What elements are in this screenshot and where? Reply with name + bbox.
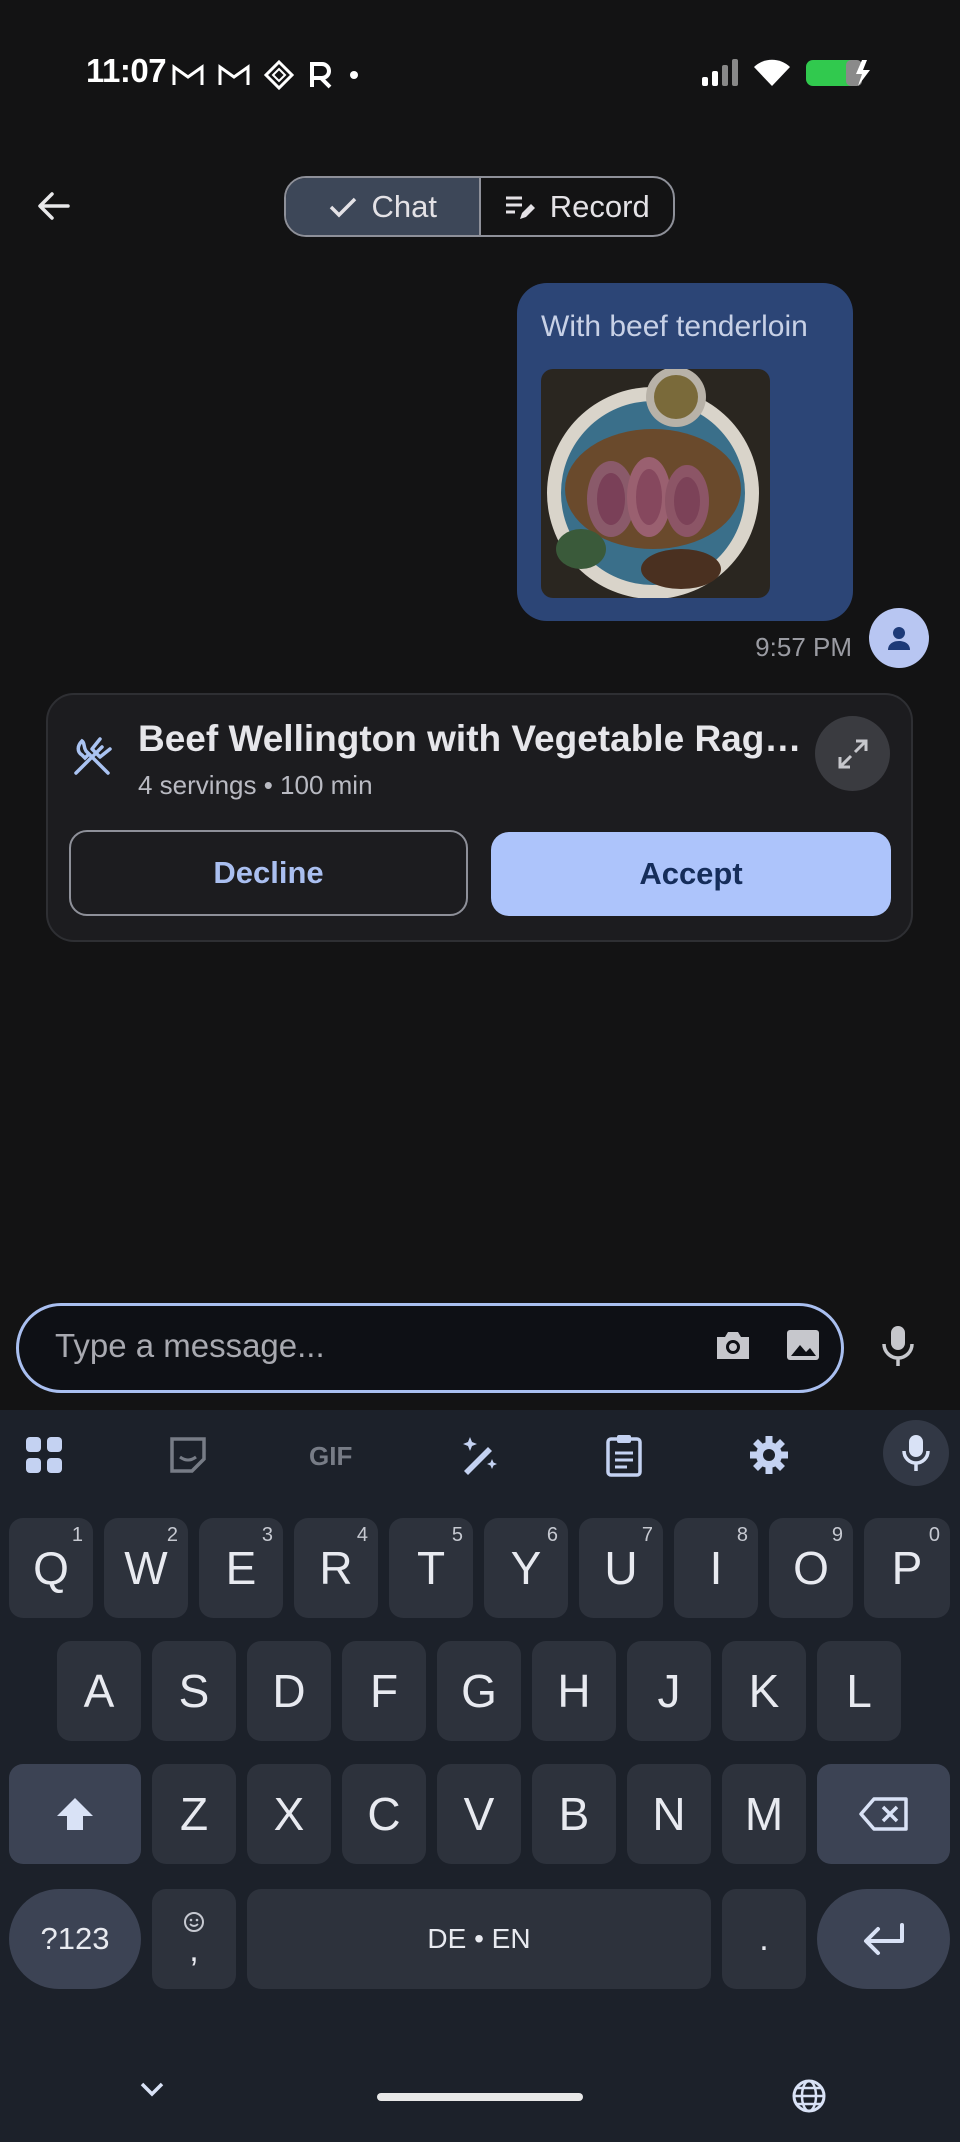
image-icon [787,1330,819,1360]
key-x[interactable]: X [247,1764,331,1864]
check-icon [329,197,356,217]
gif-button[interactable]: GIF [303,1430,363,1480]
mode-segmented-control: Chat Record [284,176,675,237]
status-system-icons [700,58,874,88]
magic-pen-icon [463,1437,497,1475]
key-z[interactable]: Z [152,1764,236,1864]
tab-record-label: Record [549,188,650,224]
message-text: With beef tenderloin [541,310,808,343]
r-app-icon [310,62,332,89]
accept-button[interactable]: Accept [491,832,891,916]
dot-icon [350,71,358,79]
key-m[interactable]: M [722,1764,806,1864]
sticker-icon [170,1437,206,1473]
battery-charging-icon [806,60,870,86]
backspace-key[interactable] [817,1764,950,1864]
key-o[interactable]: O9 [769,1518,853,1618]
wifi-icon [754,59,790,86]
key-l[interactable]: L [817,1641,901,1741]
key-t[interactable]: T5 [389,1518,473,1618]
grid-icon [26,1437,62,1473]
key-g[interactable]: G [437,1641,521,1741]
key-n[interactable]: N [627,1764,711,1864]
message-timestamp: 9:57 PM [755,632,852,662]
tab-chat-label: Chat [371,188,437,224]
message-food-image[interactable] [541,369,770,598]
key-a[interactable]: A [57,1641,141,1741]
back-button[interactable] [30,182,78,230]
recipe-title: Beef Wellington with Vegetable Rago... [138,718,806,759]
clipboard-button[interactable] [594,1430,654,1480]
shift-key[interactable] [9,1764,141,1864]
symbols-key[interactable]: ?123 [9,1889,141,1989]
avatar[interactable] [869,608,929,668]
expand-icon [838,739,867,768]
person-icon [888,627,910,650]
keyboard-voice-button[interactable] [883,1420,949,1486]
space-key[interactable]: DE • EN [247,1889,711,1989]
key-b[interactable]: B [532,1764,616,1864]
back-arrow-icon [38,192,70,220]
key-s[interactable]: S [152,1641,236,1741]
recipe-meta: 4 servings • 100 min [138,770,373,800]
magic-write-button[interactable] [450,1430,510,1480]
utensils-icon [74,737,112,775]
gear-icon [750,1436,788,1474]
status-notification-icons [172,60,360,90]
svg-text:GIF: GIF [309,1441,352,1470]
gallery-button[interactable] [783,1325,823,1370]
key-i[interactable]: I8 [674,1518,758,1618]
camera-icon [717,1332,749,1359]
period-key[interactable]: . [722,1889,806,1989]
hide-keyboard-button[interactable] [138,2078,166,2103]
microphone-icon [882,1326,914,1366]
keyboard-apps-button[interactable] [14,1430,74,1480]
emoji-comma-key[interactable]: , [152,1889,236,1989]
tab-chat[interactable]: Chat [286,178,481,235]
key-v[interactable]: V [437,1764,521,1864]
emoji-icon [184,1912,204,1932]
clipboard-icon [606,1435,642,1477]
key-j[interactable]: J [627,1641,711,1741]
key-k[interactable]: K [722,1641,806,1741]
key-q[interactable]: Q1 [9,1518,93,1618]
language-switch-button[interactable] [791,2078,827,2119]
key-h[interactable]: H [532,1641,616,1741]
globe-icon [792,2079,826,2113]
microphone-icon [902,1435,930,1471]
chevron-down-icon [140,2082,164,2097]
gmail-icon [218,64,250,85]
enter-key[interactable] [817,1889,950,1989]
status-time: 11:07 [86,52,167,89]
tab-record[interactable]: Record [481,178,674,235]
key-r[interactable]: R4 [294,1518,378,1618]
key-f[interactable]: F [342,1641,426,1741]
message-input-placeholder: Type a message... [55,1327,325,1364]
gif-icon: GIF [309,1441,352,1470]
decline-button[interactable]: Decline [69,830,468,916]
camera-button[interactable] [713,1325,753,1370]
key-u[interactable]: U7 [579,1518,663,1618]
key-y[interactable]: Y6 [484,1518,568,1618]
key-e[interactable]: E3 [199,1518,283,1618]
gmail-icon [172,64,204,85]
shift-icon [57,1798,93,1830]
backspace-icon [858,1797,908,1831]
key-w[interactable]: W2 [104,1518,188,1618]
sticker-button[interactable] [158,1430,218,1480]
key-c[interactable]: C [342,1764,426,1864]
key-d[interactable]: D [247,1641,331,1741]
signal-icon [702,59,738,86]
app-diamond-icon [264,60,294,90]
voice-message-button[interactable] [876,1322,920,1375]
keyboard-settings-button[interactable] [739,1430,799,1480]
expand-recipe-button[interactable] [815,716,890,791]
key-p[interactable]: P0 [864,1518,950,1618]
enter-icon [863,1923,904,1955]
edit-list-icon [505,196,535,219]
gesture-handle[interactable] [377,2093,583,2101]
